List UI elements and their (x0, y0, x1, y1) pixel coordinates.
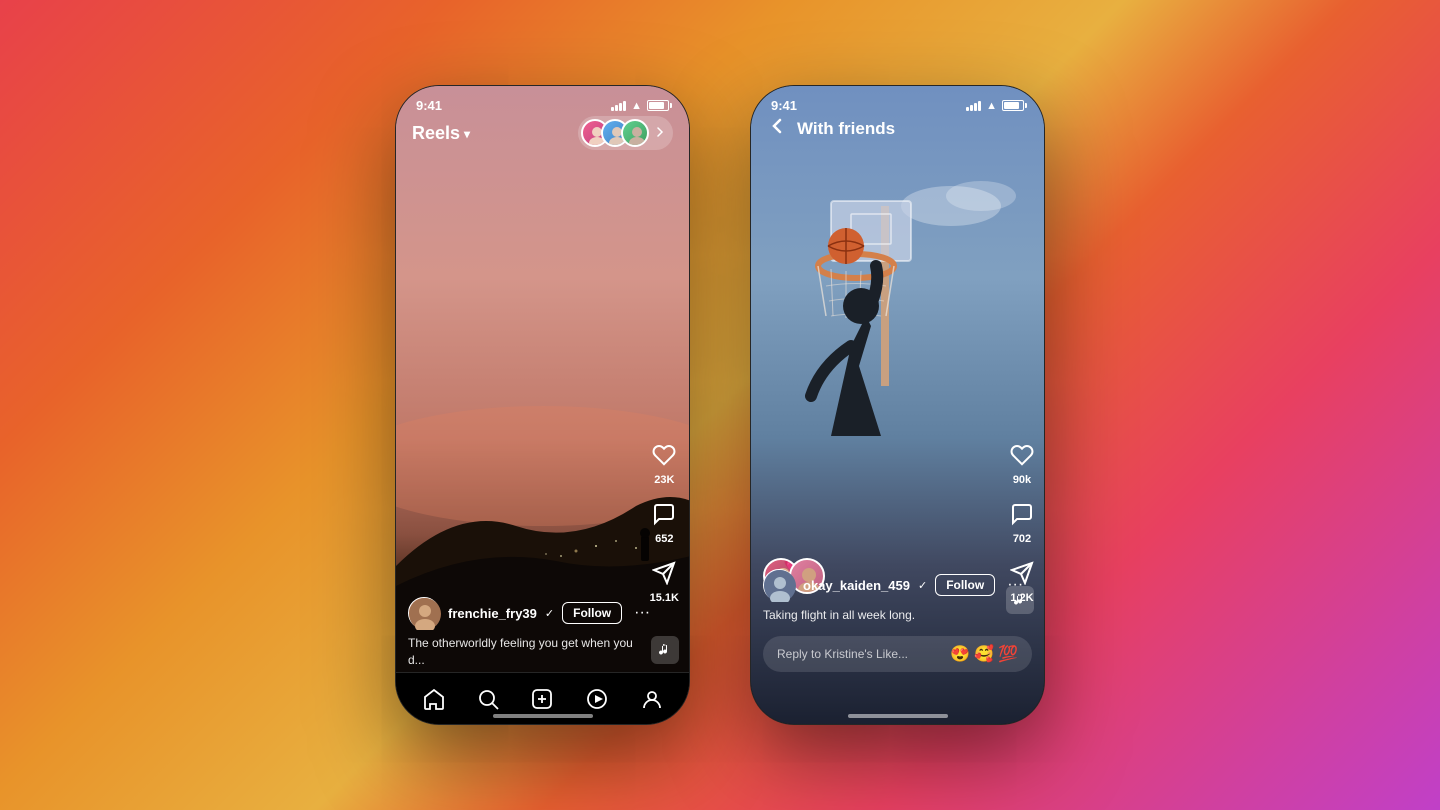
avatar-2 (763, 569, 795, 601)
like-count-2: 90k (1013, 474, 1031, 486)
time-1: 9:41 (416, 98, 442, 113)
reels-nav[interactable] (577, 679, 617, 719)
share-count-1: 15.1K (650, 592, 679, 604)
time-2: 9:41 (771, 98, 797, 113)
reels-title[interactable]: Reels ▾ (412, 123, 470, 144)
actions-column-1: 23K 652 (650, 443, 679, 604)
status-bar-2: 9:41 ▲ (751, 86, 1044, 117)
share-action[interactable]: 15.1K (650, 561, 679, 604)
profile-nav[interactable] (632, 679, 672, 719)
comment-action-2[interactable]: 702 (1010, 502, 1034, 545)
reply-emojis: 😍 🥰 💯 (950, 644, 1018, 664)
phone-2: 9:41 ▲ With friends (750, 85, 1045, 725)
username-1: frenchie_fry39 (448, 606, 537, 621)
comment-count-2: 702 (1013, 533, 1031, 545)
search-nav[interactable] (468, 679, 508, 719)
like-action-2[interactable]: 90k (1010, 443, 1034, 486)
wifi-icon-2: ▲ (986, 100, 997, 112)
battery-icon-2 (1002, 100, 1024, 111)
phone1-content: 9:41 ▲ Reels ▾ (396, 86, 689, 724)
home-indicator-2 (848, 714, 948, 718)
user-row-2: okay_kaiden_459 ✓ Follow ··· (763, 569, 994, 601)
status-icons-2: ▲ (966, 100, 1024, 112)
more-icon-1[interactable]: ··· (634, 604, 650, 622)
music-icon-2 (1006, 586, 1034, 614)
stories-row[interactable] (578, 116, 673, 150)
emoji-3: 💯 (998, 644, 1018, 664)
follow-button-2[interactable]: Follow (935, 574, 995, 596)
home-nav[interactable] (413, 679, 453, 719)
story-avatar-3 (621, 119, 649, 147)
caption-1: The otherworldly feeling you get when yo… (408, 635, 639, 669)
verified-icon-1: ✓ (545, 607, 554, 620)
with-friends-title: With friends (797, 119, 895, 139)
phone-1: 9:41 ▲ Reels ▾ (395, 85, 690, 725)
avatar-1 (408, 597, 440, 629)
emoji-2: 🥰 (974, 644, 994, 664)
share-icon (652, 561, 676, 589)
reply-bar[interactable]: Reply to Kristine's Like... 😍 🥰 💯 (763, 636, 1032, 672)
verified-icon-2: ✓ (918, 579, 927, 592)
comment-icon (652, 502, 676, 530)
home-indicator-1 (493, 714, 593, 718)
username-2: okay_kaiden_459 (803, 578, 910, 593)
heart-icon-2 (1010, 443, 1034, 471)
chevron-right-icon (653, 125, 667, 142)
user-info-bar-1: frenchie_fry39 ✓ Follow ··· The otherwor… (408, 597, 639, 669)
battery-icon (647, 100, 669, 111)
wifi-icon: ▲ (631, 100, 642, 112)
like-count-1: 23K (654, 474, 674, 486)
comment-icon-2 (1010, 502, 1034, 530)
signal-icon-2 (966, 101, 981, 111)
caption-2: Taking flight in all week long. (763, 607, 994, 624)
emoji-1: 😍 (950, 644, 970, 664)
reply-placeholder: Reply to Kristine's Like... (777, 647, 908, 661)
comment-count-1: 652 (655, 533, 673, 545)
add-nav[interactable] (522, 679, 562, 719)
status-bar-1: 9:41 ▲ (396, 86, 689, 117)
heart-icon (652, 443, 676, 471)
phone2-content: 9:41 ▲ With friends (751, 86, 1044, 724)
music-icon-1 (651, 636, 679, 664)
user-row-1: frenchie_fry39 ✓ Follow ··· (408, 597, 639, 629)
signal-icon (611, 101, 626, 111)
follow-button-1[interactable]: Follow (562, 602, 622, 624)
like-action[interactable]: 23K (652, 443, 676, 486)
back-arrow-icon[interactable] (767, 116, 787, 142)
chevron-down-icon: ▾ (464, 127, 470, 141)
status-icons-1: ▲ (611, 100, 669, 112)
user-info-bar-2: okay_kaiden_459 ✓ Follow ··· Taking flig… (763, 569, 994, 624)
comment-action[interactable]: 652 (652, 502, 676, 545)
reels-label: Reels (412, 123, 460, 144)
